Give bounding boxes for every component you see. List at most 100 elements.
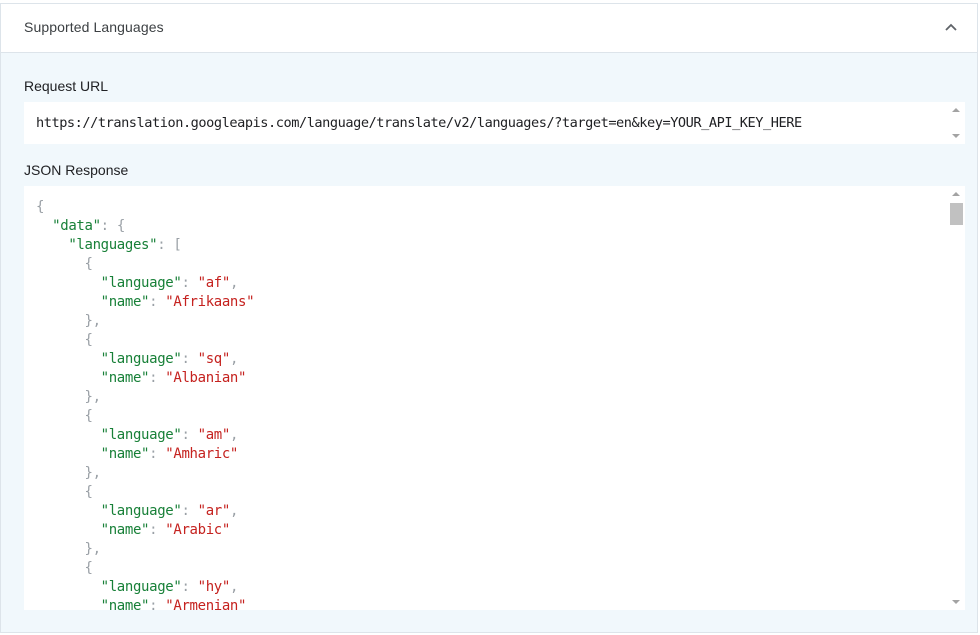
json-punct: { (84, 484, 93, 500)
json-key: "language" (100, 427, 182, 443)
json-punct: : (149, 294, 166, 310)
json-punct: , (229, 427, 239, 443)
json-string: "af" (197, 275, 231, 291)
json-key: "data" (52, 218, 101, 234)
json-punct: }, (84, 389, 101, 405)
json-line: "name": "Afrikaans" (36, 293, 255, 312)
json-punct: }, (84, 465, 101, 481)
request-url-label: Request URL (24, 78, 109, 94)
url-scrollbar[interactable] (948, 102, 965, 144)
json-line: "language": "sq", (36, 350, 254, 369)
json-punct: , (229, 351, 239, 367)
json-line: "name": "Amharic" (36, 445, 254, 464)
json-string: "sq" (197, 351, 231, 367)
json-line: }, (36, 388, 254, 407)
json-line: }, (36, 540, 254, 559)
json-punct: : (149, 598, 166, 610)
json-punct: { (84, 408, 93, 424)
json-punct: : (181, 427, 198, 443)
json-key: "name" (100, 598, 150, 610)
chevron-up-icon[interactable] (943, 20, 959, 36)
json-string: "hy" (197, 579, 231, 595)
json-line: "name": "Arabic" (36, 521, 254, 540)
json-line: { (36, 559, 254, 578)
json-key: "name" (100, 446, 150, 462)
json-scrollbar[interactable] (948, 186, 965, 610)
json-punct: : [ (157, 237, 182, 253)
json-key: "name" (100, 294, 150, 310)
scroll-up-icon[interactable] (952, 192, 960, 196)
json-line: { (36, 255, 254, 274)
json-string: "Amharic" (165, 446, 239, 462)
json-punct: : (181, 275, 198, 291)
request-url-text[interactable]: https://translation.googleapis.com/langu… (36, 115, 802, 131)
json-punct: { (36, 199, 45, 215)
json-punct: , (229, 503, 239, 519)
json-line: }, (36, 464, 254, 483)
scroll-up-icon[interactable] (952, 108, 960, 112)
json-response-content: { "data": { "languages": [ { "language":… (36, 198, 255, 610)
json-line: "language": "ar", (36, 502, 254, 521)
json-punct: : (149, 522, 166, 538)
json-punct: : (181, 351, 198, 367)
json-response-viewer[interactable]: { "data": { "languages": [ { "language":… (24, 186, 965, 610)
json-punct: : (149, 446, 166, 462)
request-url-field[interactable]: https://translation.googleapis.com/langu… (24, 102, 965, 144)
json-key: "name" (100, 522, 150, 538)
panel-title: Supported Languages (24, 19, 164, 35)
json-punct: { (84, 332, 93, 348)
json-key: "language" (100, 275, 182, 291)
json-punct: : (181, 503, 198, 519)
json-punct: : { (100, 218, 126, 234)
json-punct: { (84, 256, 93, 272)
json-punct: : (181, 579, 198, 595)
json-punct: : (149, 370, 166, 386)
json-string: "Albanian" (165, 370, 247, 386)
panel-header[interactable]: Supported Languages (1, 4, 977, 53)
json-line: "name": "Albanian" (36, 369, 254, 388)
json-line: { (36, 198, 254, 217)
json-line: { (36, 483, 254, 502)
json-key: "language" (100, 579, 182, 595)
json-line: "language": "af", (36, 274, 254, 293)
json-line: "name": "Armenian" (36, 597, 254, 610)
json-line: "languages": [ (36, 236, 254, 255)
json-punct: { (84, 560, 93, 576)
json-line: "language": "hy", (36, 578, 254, 597)
json-line: { (36, 407, 254, 426)
json-string: "Arabic" (165, 522, 230, 538)
scroll-down-icon[interactable] (952, 600, 960, 604)
json-key: "language" (100, 351, 182, 367)
json-punct: }, (84, 541, 101, 557)
json-string: "Afrikaans" (165, 294, 255, 310)
json-string: "ar" (197, 503, 231, 519)
json-response-label: JSON Response (24, 162, 129, 178)
json-punct: }, (84, 313, 101, 329)
json-line: "data": { (36, 217, 254, 236)
json-line: "language": "am", (36, 426, 254, 445)
scroll-down-icon[interactable] (952, 134, 960, 138)
json-string: "am" (197, 427, 231, 443)
json-line: }, (36, 312, 254, 331)
supported-languages-panel: Supported Languages Request URL https://… (0, 3, 978, 633)
json-punct: , (229, 579, 239, 595)
scrollbar-thumb[interactable] (950, 203, 963, 225)
